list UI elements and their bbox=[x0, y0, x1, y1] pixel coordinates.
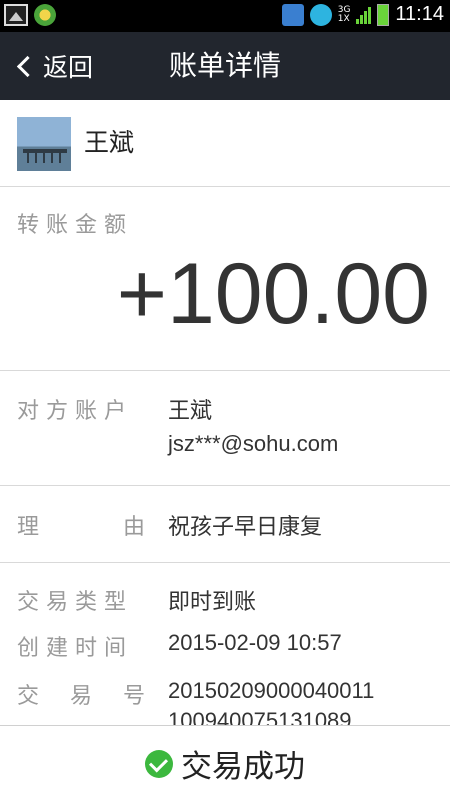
check-circle-icon bbox=[145, 749, 173, 778]
data-sync-icon bbox=[309, 3, 332, 26]
network-type-label: 3G 1X bbox=[337, 5, 351, 24]
amount-section: 转账金额 +100.00 bbox=[0, 187, 450, 371]
network-1x: 1X bbox=[337, 13, 350, 24]
tx-number-line2: 100940075131089 bbox=[168, 708, 352, 725]
avatar bbox=[17, 117, 71, 171]
chevron-left-icon bbox=[16, 55, 39, 77]
tx-number-label-char: 易 bbox=[69, 684, 92, 709]
reason-label-char: 理 bbox=[17, 515, 40, 540]
amount-value: +100.00 bbox=[116, 246, 430, 342]
app-notification-icon bbox=[34, 4, 56, 26]
account-label: 对方账户 bbox=[17, 399, 134, 424]
tx-number-label: 交 易 号 bbox=[17, 678, 145, 710]
status-bar: 3G 1X 11:14 bbox=[0, 0, 450, 32]
back-label: 返回 bbox=[43, 53, 94, 82]
reason-label-char: 由 bbox=[122, 515, 145, 540]
tx-number-label-char: 交 bbox=[17, 684, 40, 709]
back-button[interactable]: 返回 bbox=[14, 32, 93, 100]
reason-value: 祝孩子早日康复 bbox=[168, 515, 323, 540]
tx-type-label: 交易类型 bbox=[17, 590, 134, 615]
transaction-status: 交易成功 bbox=[181, 749, 305, 785]
signal-icon bbox=[356, 6, 372, 24]
transaction-status-bar: 交易成功 bbox=[0, 725, 450, 801]
status-time: 11:14 bbox=[395, 3, 444, 25]
created-time-label: 创建时间 bbox=[17, 636, 134, 661]
reason-section: 理 由 祝孩子早日康复 bbox=[0, 486, 450, 563]
tx-type-value: 即时到账 bbox=[168, 590, 257, 615]
payee-row[interactable]: 王斌 bbox=[0, 100, 450, 187]
vibrate-icon bbox=[281, 3, 304, 26]
amount-label: 转账金额 bbox=[17, 213, 134, 238]
tx-number-label-char: 号 bbox=[122, 684, 145, 709]
transaction-section: 交易类型 即时到账 创建时间 2015-02-09 10:57 交 易 号 20… bbox=[0, 563, 450, 725]
battery-icon bbox=[377, 3, 390, 26]
payee-name: 王斌 bbox=[84, 128, 135, 157]
account-email: jsz***@sohu.com bbox=[168, 431, 339, 456]
account-name: 王斌 bbox=[168, 399, 213, 424]
tx-number-line1: 20150209000040011 bbox=[168, 678, 375, 703]
reason-label: 理 由 bbox=[17, 509, 145, 541]
account-section: 对方账户 王斌 jsz***@sohu.com bbox=[0, 371, 450, 486]
created-time-value: 2015-02-09 10:57 bbox=[168, 630, 342, 655]
title-bar: 账单详情 返回 bbox=[0, 32, 450, 100]
gallery-notification-icon bbox=[4, 4, 28, 26]
